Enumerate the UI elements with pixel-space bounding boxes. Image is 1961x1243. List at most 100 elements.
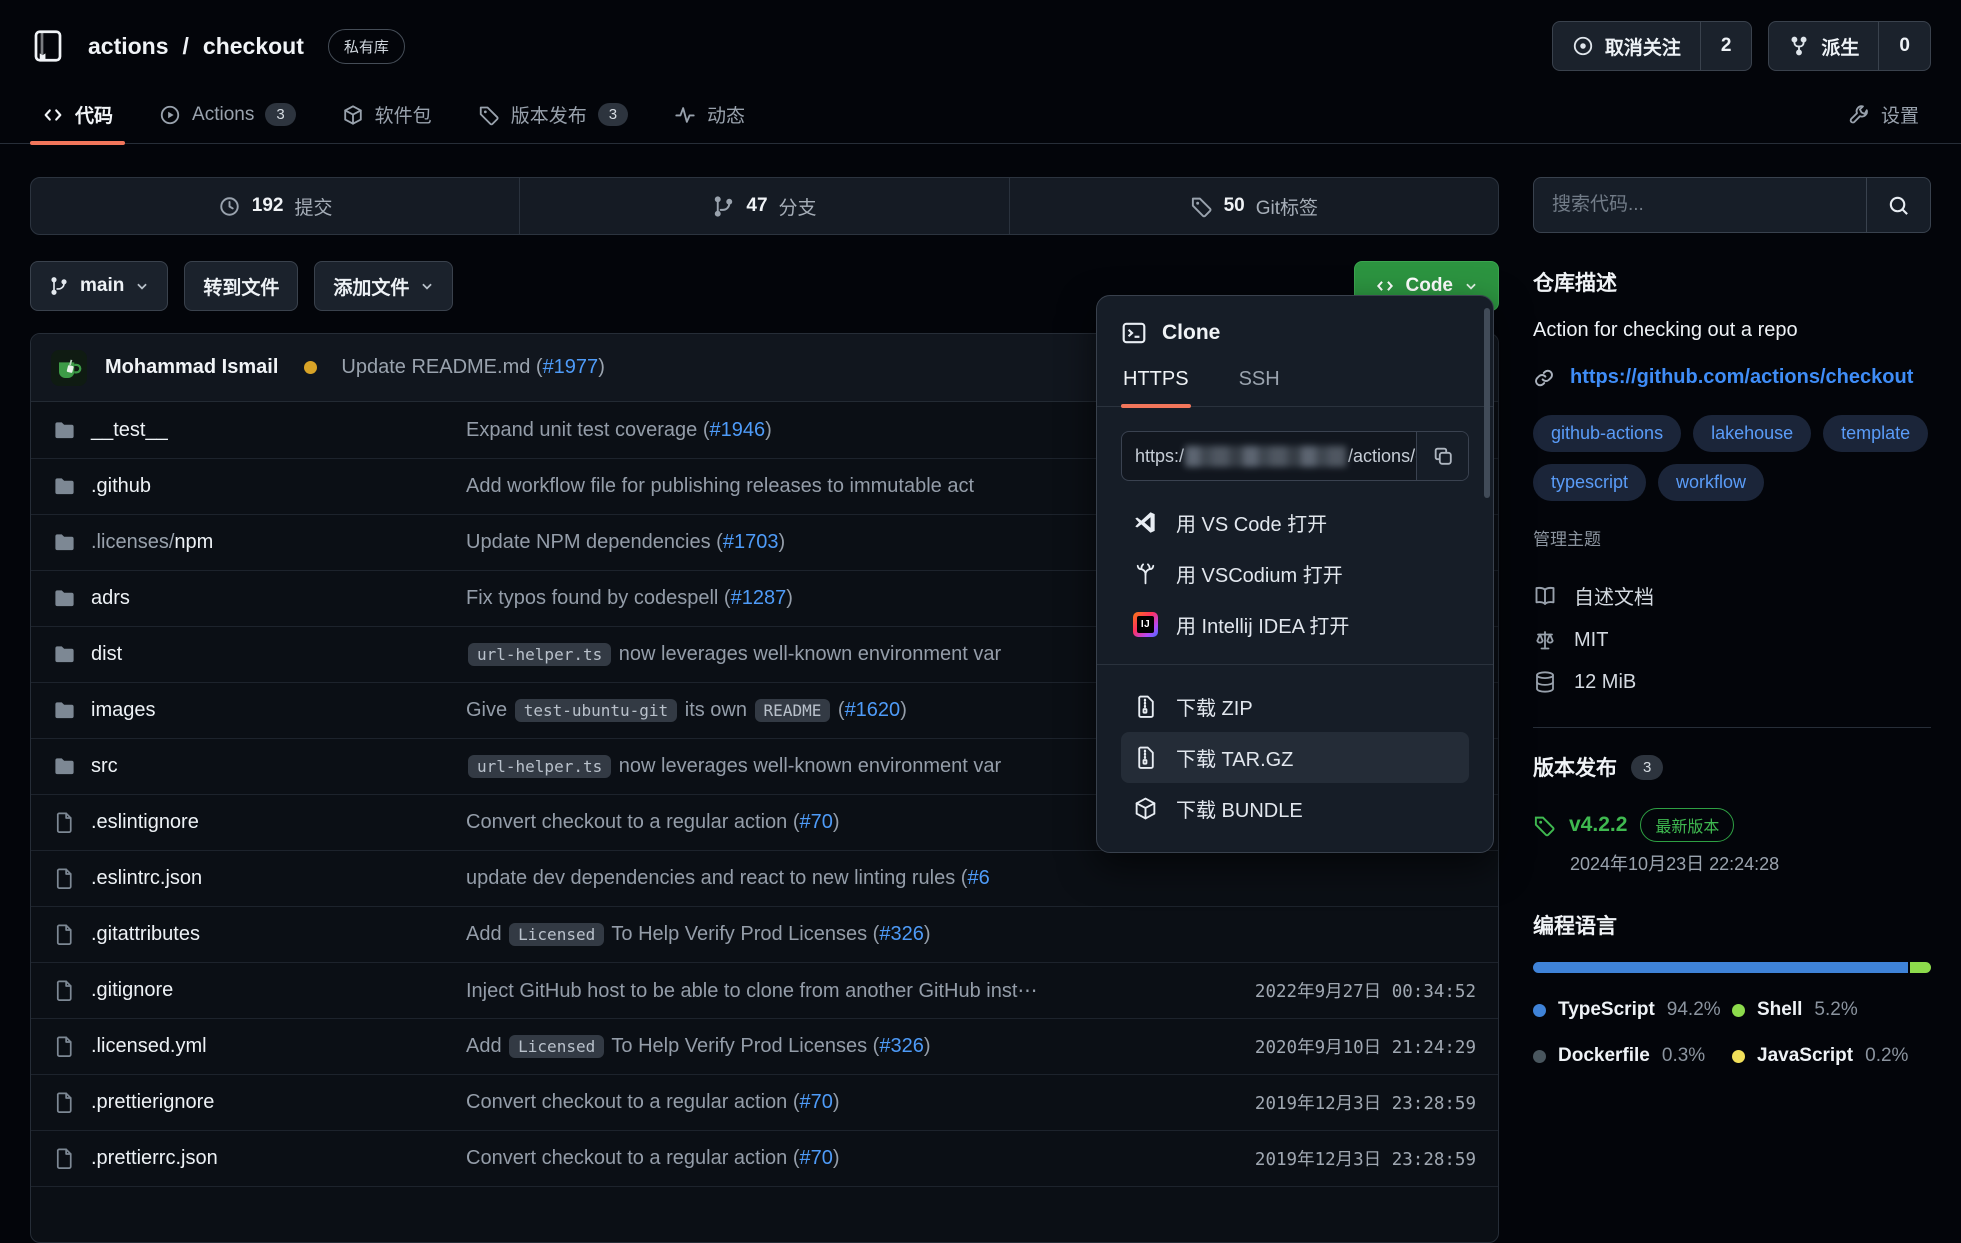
file-name-cell: .gitignore xyxy=(31,979,466,1002)
topic-tag[interactable]: lakehouse xyxy=(1693,415,1811,452)
stat-value: 47 xyxy=(746,195,767,217)
issue-link[interactable]: #70 xyxy=(800,1091,833,1113)
search-input[interactable] xyxy=(1534,178,1866,232)
stat-提交[interactable]: 192提交 xyxy=(31,178,519,234)
table-row[interactable]: .licensed.ymlAdd Licensed To Help Verify… xyxy=(31,1018,1498,1074)
tab-动态[interactable]: 动态 xyxy=(662,86,757,143)
issue-link[interactable]: #1703 xyxy=(723,531,779,553)
repo-name-link[interactable]: checkout xyxy=(203,33,304,60)
table-row[interactable]: .prettierignore Convert checkout to a reg… xyxy=(31,1074,1498,1130)
copy-url-button[interactable] xyxy=(1416,432,1468,480)
file-commit-message: Convert checkout to a regular action (#7… xyxy=(466,1091,1180,1114)
tab-设置[interactable]: 设置 xyxy=(1836,86,1931,143)
tab-Actions[interactable]: Actions3 xyxy=(147,86,308,143)
issue-link[interactable]: #326 xyxy=(879,1035,924,1057)
file-name-link[interactable]: __test__ xyxy=(91,419,168,442)
file-name-link[interactable]: .licenses/npm xyxy=(91,531,213,554)
release-version-link[interactable]: v4.2.2 xyxy=(1569,813,1627,837)
meta-自述文档[interactable]: 自述文档 xyxy=(1533,572,1931,619)
manage-topics-link[interactable]: 管理主题 xyxy=(1533,525,1931,550)
issue-link[interactable]: #326 xyxy=(879,923,924,945)
issue-link[interactable]: #1620 xyxy=(845,699,901,721)
language-Dockerfile: Dockerfile0.3% xyxy=(1533,1045,1732,1067)
goto-file-button[interactable]: 转到文件 xyxy=(184,261,298,311)
file-name-link[interactable]: adrs xyxy=(91,587,130,610)
repo-owner-link[interactable]: actions xyxy=(88,33,169,60)
terminal-icon xyxy=(1121,320,1147,346)
commit-status-dot[interactable] xyxy=(304,361,317,374)
file-name-link[interactable]: dist xyxy=(91,643,122,666)
menu-item[interactable]: 用 VSCodium 打开 xyxy=(1121,548,1469,599)
releases-heading[interactable]: 版本发布 xyxy=(1533,752,1617,782)
language-bar-segment xyxy=(1533,962,1908,973)
issue-link[interactable]: #1287 xyxy=(731,587,787,609)
table-row[interactable]: .gitattributes Add Licensed To Help Verif… xyxy=(31,906,1498,962)
menu-item[interactable]: IJ用 Intellij IDEA 打开 xyxy=(1121,599,1469,650)
file-name-link[interactable]: .prettierignore xyxy=(91,1091,214,1114)
stat-分支[interactable]: 47分支 xyxy=(519,178,1008,234)
menu-item[interactable]: 下载 TAR.GZ xyxy=(1121,732,1469,783)
dropdown-scrollbar[interactable] xyxy=(1484,308,1490,498)
clone-url-input[interactable]: https://actions/ch xyxy=(1122,432,1416,480)
topic-tag[interactable]: template xyxy=(1823,415,1928,452)
issue-link[interactable]: #70 xyxy=(800,1147,833,1169)
file-name-link[interactable]: .gitattributes xyxy=(91,923,200,946)
add-file-button[interactable]: 添加文件 xyxy=(314,261,453,311)
tab-软件包[interactable]: 软件包 xyxy=(330,86,444,143)
unwatch-button[interactable]: 取消关注 xyxy=(1553,22,1700,70)
file-name-link[interactable]: .eslintrc.json xyxy=(91,867,202,890)
file-name-link[interactable]: .eslintignore xyxy=(91,811,199,834)
table-row[interactable]: .prettierrc.jsonConvert checkout to a re… xyxy=(31,1130,1498,1186)
commit-message-text: Give xyxy=(466,699,513,721)
topics-list: github-actions lakehouse template typescrip… xyxy=(1533,415,1931,501)
issue-link[interactable]: #70 xyxy=(800,811,833,833)
fork-button[interactable]: 派生 xyxy=(1769,22,1878,70)
releases-heading-row: 版本发布 3 xyxy=(1533,752,1931,782)
tab-代码[interactable]: 代码 xyxy=(30,86,125,143)
issue-link[interactable]: #1946 xyxy=(709,419,765,441)
package-icon xyxy=(342,104,364,126)
code-search-box xyxy=(1533,177,1931,233)
issue-link[interactable]: #6 xyxy=(967,867,989,889)
watch-count[interactable]: 2 xyxy=(1700,22,1752,70)
fork-count[interactable]: 0 xyxy=(1878,22,1930,70)
file-name-link[interactable]: .github xyxy=(91,475,151,498)
file-name-link[interactable]: .licensed.yml xyxy=(91,1035,207,1058)
file-name-cell: .licenses/npm xyxy=(31,531,466,554)
wrench-icon xyxy=(1848,104,1870,126)
folder-icon xyxy=(53,531,76,554)
clone-tab-SSH[interactable]: SSH xyxy=(1237,368,1282,406)
table-row[interactable] xyxy=(31,1186,1498,1242)
topic-tag[interactable]: github-actions xyxy=(1533,415,1681,452)
tab-版本发布[interactable]: 版本发布3 xyxy=(466,86,640,143)
menu-item-label: 用 VS Code 打开 xyxy=(1176,508,1327,537)
file-icon xyxy=(53,811,76,834)
topic-tag[interactable]: workflow xyxy=(1658,464,1764,501)
clone-header: Clone xyxy=(1121,320,1469,346)
file-name-link[interactable]: src xyxy=(91,755,118,778)
tab-count-badge: 3 xyxy=(598,103,628,126)
table-row[interactable]: .eslintrc.jsonupdate dev dependencies an… xyxy=(31,850,1498,906)
file-name-link[interactable]: images xyxy=(91,699,155,722)
language-percent: 0.3% xyxy=(1662,1045,1705,1067)
clone-tab-HTTPS[interactable]: HTTPS xyxy=(1121,368,1191,406)
topic-tag[interactable]: typescript xyxy=(1533,464,1646,501)
meta-12 MiB[interactable]: 12 MiB xyxy=(1533,661,1931,703)
commit-message-text: ) xyxy=(786,587,793,609)
website-link[interactable]: https://github.com/actions/checkout xyxy=(1570,366,1913,389)
fork-icon xyxy=(1788,35,1810,57)
search-button[interactable] xyxy=(1866,178,1930,232)
commit-author-link[interactable]: Mohammad Ismail xyxy=(105,356,278,379)
stat-Git标签[interactable]: 50Git标签 xyxy=(1009,178,1498,234)
menu-item[interactable]: 下载 ZIP xyxy=(1121,681,1469,732)
branch-selector[interactable]: main xyxy=(30,261,168,311)
issue-link[interactable]: #1977 xyxy=(543,356,599,378)
file-commit-message: Add Licensed To Help Verify Prod License… xyxy=(466,923,1180,946)
file-name-link[interactable]: .gitignore xyxy=(91,979,173,1002)
menu-item[interactable]: 下载 BUNDLE xyxy=(1121,783,1469,834)
history-icon xyxy=(218,195,241,218)
table-row[interactable]: .gitignoreInject GitHub host to be able … xyxy=(31,962,1498,1018)
menu-item[interactable]: 用 VS Code 打开 xyxy=(1121,497,1469,548)
repo-stats-bar: 192提交47分支50Git标签 xyxy=(30,177,1499,235)
meta-MIT[interactable]: MIT xyxy=(1533,619,1931,661)
